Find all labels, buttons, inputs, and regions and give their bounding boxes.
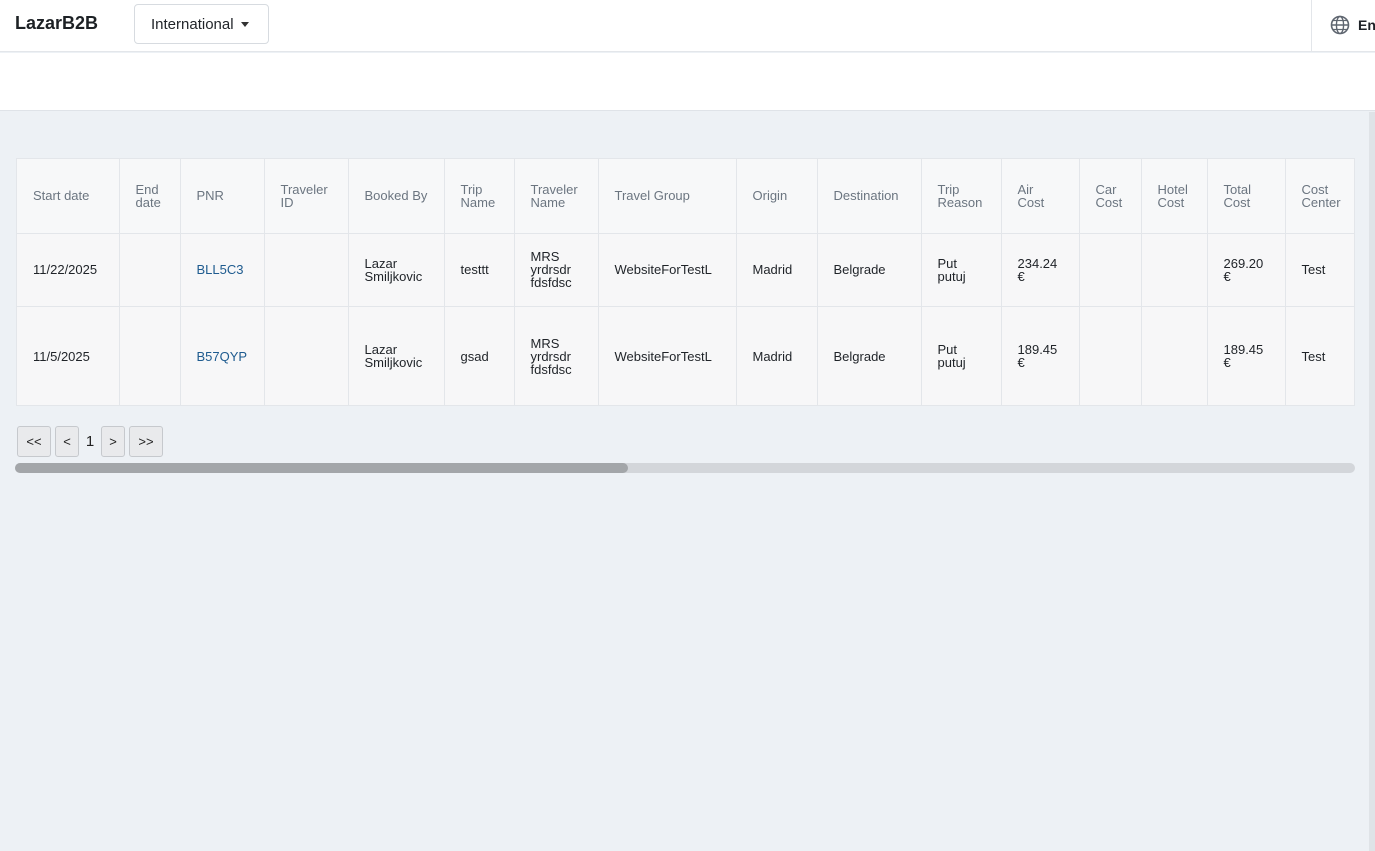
trip-reason-cell: Put putuj: [921, 306, 1002, 405]
pnr-link-label[interactable]: B57QYP: [197, 350, 248, 363]
language-selector[interactable]: English: [1330, 14, 1375, 36]
column-header[interactable]: Destination: [817, 159, 922, 234]
trip-reason-cell: Put putuj: [921, 233, 1002, 307]
column-header[interactable]: Car Cost: [1079, 159, 1142, 234]
region-select[interactable]: International: [134, 4, 269, 44]
car-cost-cell: [1079, 233, 1142, 307]
traveler-name-cell: MRS yrdrsdr fdsfdsc: [514, 306, 599, 405]
table-row: 11/22/2025 BLL5C3 Lazar Smiljkovic testt…: [17, 233, 1354, 307]
pnr-link[interactable]: B57QYP: [180, 306, 265, 405]
cost-center-cell: Test: [1285, 233, 1354, 307]
column-header[interactable]: Trip Reason: [921, 159, 1002, 234]
destination-cell: Belgrade: [817, 233, 922, 307]
traveler-id-cell: [264, 306, 349, 405]
travel-group-cell: WebsiteForTestL: [598, 306, 737, 405]
table-header-row: Start date End date PNR Traveler ID Book…: [17, 159, 1354, 234]
origin-cell: Madrid: [736, 306, 818, 405]
first-page-button[interactable]: <<: [17, 426, 51, 457]
column-header[interactable]: End date: [119, 159, 181, 234]
pnr-link[interactable]: BLL5C3: [180, 233, 265, 307]
car-cost-cell: [1079, 306, 1142, 405]
last-page-button[interactable]: >>: [129, 426, 163, 457]
column-header[interactable]: Booked By: [348, 159, 445, 234]
column-header[interactable]: Trip Name: [444, 159, 515, 234]
next-page-button[interactable]: >: [101, 426, 125, 457]
end-date-cell: [119, 233, 181, 307]
traveler-id-cell: [264, 233, 349, 307]
column-header[interactable]: Cost Center: [1285, 159, 1354, 234]
current-page: 1: [85, 433, 95, 450]
column-header[interactable]: Traveler ID: [264, 159, 349, 234]
air-cost-cell: 189.45 €: [1001, 306, 1080, 405]
travel-group-cell: WebsiteForTestL: [598, 233, 737, 307]
bookings-table: Start date End date PNR Traveler ID Book…: [16, 158, 1355, 406]
top-bar: LazarB2B International English: [0, 0, 1375, 52]
pagination: << < 1 > >>: [17, 426, 163, 457]
brand-logo[interactable]: LazarB2B: [15, 13, 98, 34]
booked-by-cell: Lazar Smiljkovic: [348, 306, 445, 405]
column-header[interactable]: Start date: [17, 159, 120, 234]
booked-by-cell: Lazar Smiljkovic: [348, 233, 445, 307]
total-cost-cell: 269.20 €: [1207, 233, 1286, 307]
end-date-cell: [119, 306, 181, 405]
table-row: 11/5/2025 B57QYP Lazar Smiljkovic gsad M…: [17, 306, 1354, 405]
hotel-cost-cell: [1141, 306, 1208, 405]
language-label: English: [1358, 17, 1375, 33]
total-cost-cell: 189.45 €: [1207, 306, 1286, 405]
origin-cell: Madrid: [736, 233, 818, 307]
horizontal-scrollbar[interactable]: [15, 463, 1355, 473]
traveler-name-cell: MRS yrdrsdr fdsfdsc: [514, 233, 599, 307]
air-cost-cell: 234.24 €: [1001, 233, 1080, 307]
column-header[interactable]: PNR: [180, 159, 265, 234]
column-header[interactable]: Total Cost: [1207, 159, 1286, 234]
column-header[interactable]: Origin: [736, 159, 818, 234]
trip-name-cell: testtt: [444, 233, 515, 307]
divider: [1311, 0, 1312, 52]
start-date-cell: 11/22/2025: [17, 233, 120, 307]
hotel-cost-cell: [1141, 233, 1208, 307]
sub-header: [0, 53, 1375, 111]
start-date-cell: 11/5/2025: [17, 306, 120, 405]
trip-name-cell: gsad: [444, 306, 515, 405]
column-header[interactable]: Traveler Name: [514, 159, 599, 234]
scrollbar-thumb[interactable]: [15, 463, 628, 473]
destination-cell: Belgrade: [817, 306, 922, 405]
region-select-label: International: [151, 15, 234, 33]
column-header[interactable]: Travel Group: [598, 159, 737, 234]
caret-down-icon: [240, 21, 249, 27]
right-edge-strip: [1369, 112, 1375, 851]
prev-page-button[interactable]: <: [55, 426, 79, 457]
globe-icon: [1330, 15, 1350, 35]
column-header[interactable]: Hotel Cost: [1141, 159, 1208, 234]
pnr-link-label[interactable]: BLL5C3: [197, 263, 244, 276]
column-header[interactable]: Air Cost: [1001, 159, 1080, 234]
cost-center-cell: Test: [1285, 306, 1354, 405]
